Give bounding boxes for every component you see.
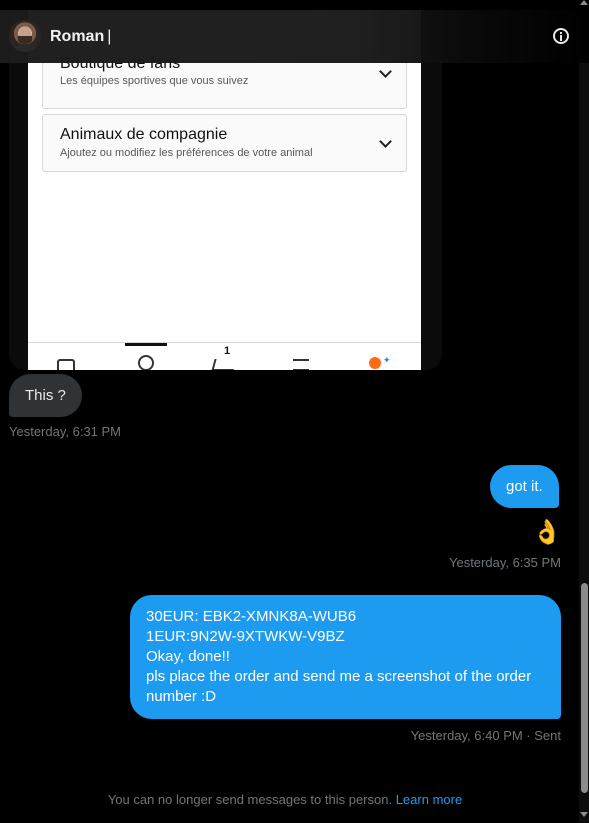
scroll-up-arrow-icon[interactable] [580, 0, 588, 5]
contact-name-text: Roman [50, 28, 105, 45]
avatar[interactable] [9, 20, 41, 52]
info-circle-icon[interactable] [553, 28, 569, 44]
card-subtitle: Les équipes sportives que vous suivez [60, 75, 249, 87]
message-line: pls place the order and send me a screen… [146, 668, 532, 685]
menu-icon [293, 359, 309, 370]
sparkle-icon: ✦ [383, 355, 391, 365]
scrollbar-thumb[interactable] [581, 583, 588, 793]
avatar-beard [18, 36, 32, 44]
message-timestamp: Yesterday, 6:35 PM [448, 555, 561, 570]
messaging-disabled-notice: You can no longer send messages to this … [0, 792, 570, 807]
card-subtitle: Ajoutez ou modifiez les préférences de v… [60, 147, 313, 159]
message-timestamp: Yesterday, 6:31 PM [9, 424, 122, 439]
learn-more-link[interactable]: Learn more [396, 792, 462, 807]
user-icon [138, 355, 154, 370]
message-line: 1EUR:9N2W-9XTWKW-V9BZ [146, 628, 345, 645]
amazon-app-screenshot: Boutique de fans Les équipes sportives q… [28, 10, 421, 370]
card-title: Animaux de compagnie [60, 126, 228, 143]
cart-count: 1 [224, 345, 231, 357]
message-timestamp-sent: Yesterday, 6:40 PM · Sent [410, 728, 561, 743]
app-bottom-nav: 1 ✦ [28, 342, 421, 370]
attached-screenshot[interactable]: Boutique de fans Les équipes sportives q… [9, 10, 442, 370]
chevron-down-icon [379, 135, 392, 148]
chevron-down-icon [379, 65, 392, 78]
cart-icon [211, 359, 237, 370]
card-pets: Animaux de compagnie Ajoutez ou modifiez… [42, 114, 407, 172]
outgoing-message[interactable]: 30EUR: EBK2-XMNK8A-WUB6 1EUR:9N2W-9XTWKW… [130, 595, 561, 719]
home-icon [57, 359, 75, 370]
outgoing-message[interactable]: got it. [490, 465, 559, 508]
ok-hand-emoji[interactable]: 👌 [532, 518, 562, 548]
conversation-header: Roman | [0, 10, 589, 63]
scroll-down-arrow-icon[interactable] [580, 812, 588, 817]
contact-name[interactable]: Roman | [50, 28, 111, 46]
message-line: number :D [146, 688, 217, 705]
notice-text: You can no longer send messages to this … [107, 792, 393, 807]
message-line: Okay, done!! [146, 648, 230, 665]
nav-selected-indicator [125, 343, 167, 346]
message-line: 30EUR: EBK2-XMNK8A-WUB6 [146, 608, 357, 625]
avatar-body [12, 44, 38, 52]
text-cursor: | [107, 28, 112, 45]
incoming-message[interactable]: This ? [9, 374, 82, 417]
alexa-icon [369, 357, 381, 369]
